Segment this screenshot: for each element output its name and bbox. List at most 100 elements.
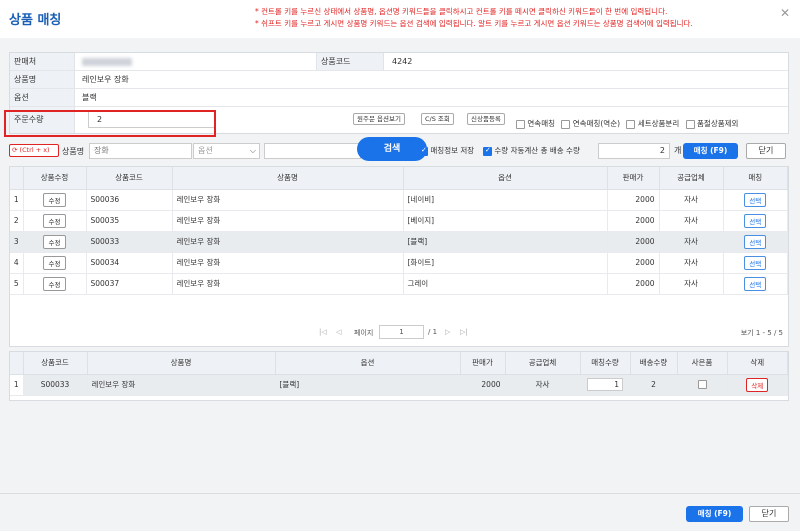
match-button-top[interactable]: 매칭 (F9)	[683, 143, 738, 159]
close-button[interactable]: 닫기	[749, 506, 789, 522]
row-supplier: 자사	[659, 189, 724, 211]
auto-qty-check[interactable]: 수량 자동계산 총 배송 수량	[483, 145, 580, 156]
edit-button[interactable]: 수정	[42, 234, 67, 249]
option-row: 옵션 블랙	[10, 89, 788, 107]
row-supplier: 자사	[659, 210, 724, 232]
total-qty-field[interactable]: 2	[598, 143, 670, 159]
row-no: 5	[10, 273, 24, 295]
option-select[interactable]: 옵션 ⌵	[193, 143, 260, 159]
product-name-search-label: 상품명	[62, 147, 85, 156]
checkbox-icon[interactable]	[561, 119, 571, 129]
row-no: 1	[10, 374, 24, 396]
row-price: 2000	[460, 374, 506, 396]
seller-label: 판매처	[10, 53, 75, 70]
row-option: [블랙]	[403, 231, 608, 253]
col-code: 상품코드	[23, 352, 88, 375]
col-gift: 사은품	[677, 352, 728, 375]
row-name: 레인보우 장화	[172, 210, 404, 232]
row-price: 2000	[607, 273, 660, 295]
col-delete: 삭제	[727, 352, 788, 375]
row-name: 레인보우 장화	[172, 231, 404, 253]
dialog-header: 상품 매칭 * 컨트롤 키를 누르신 상태에서 상품명, 옵션명 키워드들을 클…	[0, 0, 800, 38]
col-name: 상품명	[172, 167, 404, 190]
table-row[interactable]: 4 수정 S00034 레인보우 장화 [화이트] 2000 자사 선택	[10, 252, 788, 274]
row-price: 2000	[607, 231, 660, 253]
product-name-row: 상품명 레인보우 장화	[10, 71, 788, 89]
col-supplier: 공급업체	[659, 167, 724, 190]
option-checkboxes: 연속매칭 연속매칭(역순) 세트상품분리 품절상품제외	[516, 118, 742, 129]
row-price: 2000	[607, 210, 660, 232]
table-row-selected[interactable]: 3 수정 S00033 레인보우 장화 [블랙] 2000 자사 선택	[10, 231, 788, 253]
col-no	[10, 167, 24, 190]
row-code: S00035	[86, 210, 173, 232]
checkbox-icon[interactable]	[685, 119, 695, 129]
page-total: / 1	[428, 328, 438, 336]
last-page-icon[interactable]: ▷|	[460, 328, 468, 336]
checkbox-checked-icon[interactable]	[483, 146, 492, 156]
close-button-top[interactable]: 닫기	[746, 143, 786, 159]
edit-button[interactable]: 수정	[42, 276, 67, 291]
col-option: 옵션	[403, 167, 608, 190]
table-row[interactable]: 1 S00033 레인보우 장화 [블랙] 2000 자사 1 2 삭제	[10, 374, 788, 396]
select-button[interactable]: 선택	[744, 276, 767, 291]
option-value: 블랙	[82, 93, 97, 102]
row-option: [화이트]	[403, 252, 608, 274]
match-qty-input[interactable]: 1	[587, 378, 623, 391]
page-label: 페이지	[354, 329, 374, 337]
select-button[interactable]: 선택	[744, 192, 767, 207]
page-input[interactable]: 1	[379, 325, 424, 339]
continuous-match-check[interactable]: 연속매칭	[516, 119, 557, 129]
product-name-search-input[interactable]: 장화	[89, 143, 192, 159]
select-button[interactable]: 선택	[744, 255, 767, 270]
new-product-button[interactable]: 신상품등록	[467, 113, 505, 125]
col-match-qty: 매칭수량	[580, 352, 631, 375]
delete-button[interactable]: 삭제	[746, 377, 769, 392]
continuous-match-reverse-check[interactable]: 연속매칭(역순)	[561, 119, 622, 129]
matched-products-grid: 상품코드 상품명 옵션 판매가 공급업체 매칭수량 배송수량 사은품 삭제 1 …	[9, 351, 789, 401]
select-button[interactable]: 선택	[744, 213, 767, 228]
first-page-icon[interactable]: |◁	[319, 328, 327, 336]
save-match-info-check[interactable]: 매칭정보 저장	[419, 145, 474, 156]
table-row[interactable]: 5 수정 S00037 레인보우 장화 그레이 2000 자사 선택	[10, 273, 788, 295]
col-no	[10, 352, 24, 375]
search-button[interactable]: 검색	[357, 137, 427, 161]
checkbox-checked-icon[interactable]	[419, 146, 428, 156]
prev-page-icon[interactable]: ◁	[336, 328, 341, 336]
edit-button[interactable]: 수정	[42, 255, 67, 270]
next-page-icon[interactable]: ▷	[445, 328, 450, 336]
edit-button[interactable]: 수정	[42, 192, 67, 207]
exclude-soldout-check[interactable]: 품절상품제외	[685, 119, 741, 129]
ctrl-x-button[interactable]: ⟳ (Ctrl + x)	[9, 144, 59, 157]
match-button[interactable]: 매칭 (F9)	[686, 506, 743, 522]
row-code: S00033	[23, 374, 88, 396]
seller-row: 판매처 상품코드 4242	[10, 53, 788, 71]
edit-button[interactable]: 수정	[42, 213, 67, 228]
instructions: * 컨트롤 키를 누르신 상태에서 상품명, 옵션명 키워드들을 클릭하시고 컨…	[255, 6, 693, 30]
row-ship-qty: 2	[630, 374, 678, 396]
seller-value	[82, 53, 132, 71]
cs-lookup-button[interactable]: C/S 조회	[421, 113, 454, 125]
product-code-value: 4242	[392, 57, 413, 66]
row-code: S00034	[86, 252, 173, 274]
col-name: 상품명	[87, 352, 276, 375]
row-name: 레인보우 장화	[87, 374, 276, 396]
dialog-title: 상품 매칭	[9, 13, 62, 28]
col-match: 매칭	[723, 167, 788, 190]
row-option: 그레이	[403, 273, 608, 295]
view-original-options-button[interactable]: 원주문 옵션보기	[353, 113, 405, 125]
table-row[interactable]: 1 수정 S00036 레인보우 장화 [네이비] 2000 자사 선택	[10, 189, 788, 211]
split-set-check[interactable]: 세트상품분리	[626, 119, 681, 129]
select-button[interactable]: 선택	[744, 234, 767, 249]
col-option: 옵션	[275, 352, 461, 375]
gift-checkbox[interactable]	[697, 380, 707, 390]
row-price: 2000	[607, 252, 660, 274]
grid-header-row: 상품코드 상품명 옵션 판매가 공급업체 매칭수량 배송수량 사은품 삭제	[10, 352, 788, 375]
product-code-label: 상품코드	[316, 53, 384, 70]
checkbox-icon[interactable]	[626, 119, 636, 129]
checkbox-icon[interactable]	[516, 119, 525, 129]
close-icon[interactable]: ✕	[780, 6, 790, 20]
row-no: 1	[10, 189, 24, 211]
table-row[interactable]: 2 수정 S00035 레인보우 장화 [베이지] 2000 자사 선택	[10, 210, 788, 232]
option-search-input[interactable]	[264, 143, 361, 159]
instruction-line-1: * 컨트롤 키를 누르신 상태에서 상품명, 옵션명 키워드들을 클릭하시고 컨…	[255, 7, 668, 16]
